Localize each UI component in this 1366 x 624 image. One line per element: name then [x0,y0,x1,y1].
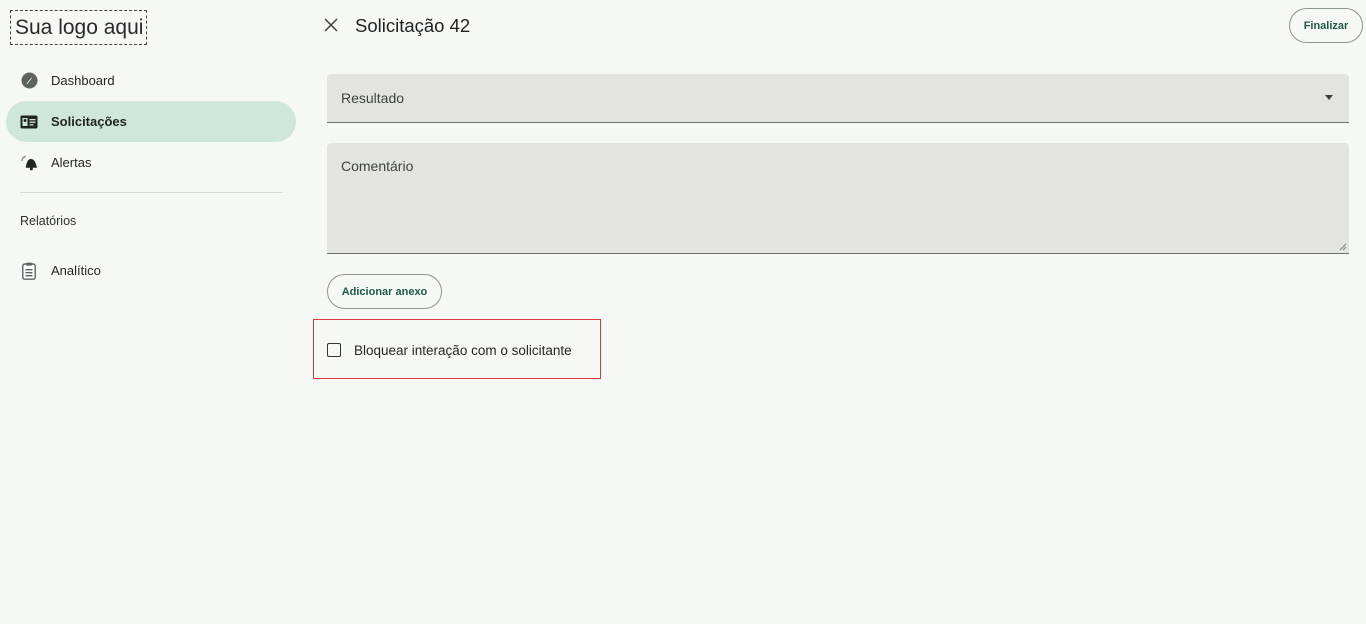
sidebar-divider [20,192,283,193]
section-label-relatorios: Relatórios [20,214,77,228]
sidebar-item-label: Analítico [51,263,101,278]
sidebar-nav: Dashboard Solicitações Alertas [6,60,296,183]
comment-textarea-label: Comentário [341,158,414,174]
block-interaction-checkbox[interactable] [327,343,341,357]
result-select[interactable]: Resultado [327,74,1349,123]
sidebar-nav-reports: Analítico [6,250,296,291]
close-button[interactable] [320,14,342,36]
resize-handle-icon[interactable] [1339,243,1347,251]
dashboard-gauge-icon [20,72,38,90]
id-card-icon [20,113,38,131]
sidebar-item-analitico[interactable]: Analítico [6,250,296,291]
comment-textarea[interactable]: Comentário [327,143,1349,254]
sidebar-item-alertas[interactable]: Alertas [6,142,296,183]
bell-icon [20,154,38,172]
result-select-label: Resultado [341,90,405,106]
app-root: Sua logo aqui Dashboard Solicitações Ale… [0,0,1366,624]
logo-placeholder: Sua logo aqui [10,10,147,45]
block-interaction-label: Bloquear interação com o solicitante [354,342,572,358]
sidebar-item-label: Solicitações [51,114,127,129]
block-interaction-checkbox-row[interactable]: Bloquear interação com o solicitante [327,341,572,359]
dropdown-arrow-icon [1325,95,1333,100]
close-icon [324,18,338,32]
report-clipboard-icon [20,262,38,280]
finalize-button[interactable]: Finalizar [1289,8,1363,43]
sidebar-item-label: Dashboard [51,73,115,88]
page-title: Solicitação 42 [355,15,471,36]
sidebar-item-label: Alertas [51,155,92,170]
sidebar-item-dashboard[interactable]: Dashboard [6,60,296,101]
sidebar-item-solicitacoes[interactable]: Solicitações [6,101,296,142]
add-attachment-button[interactable]: Adicionar anexo [327,274,442,309]
